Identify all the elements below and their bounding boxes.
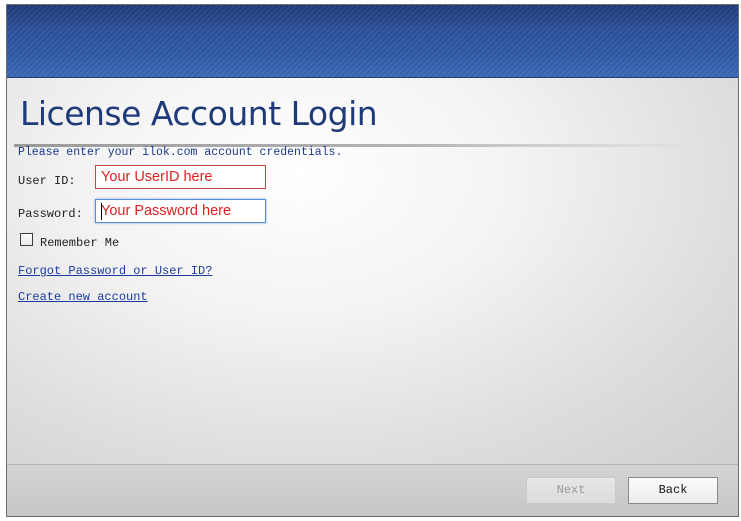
- instruction-text: Please enter your ilok.com account crede…: [18, 146, 343, 159]
- page-title: License Account Login: [20, 94, 378, 133]
- forgot-password-link[interactable]: Forgot Password or User ID?: [18, 264, 212, 278]
- next-button[interactable]: Next: [526, 477, 616, 504]
- create-account-link[interactable]: Create new account: [18, 290, 148, 304]
- userid-label: User ID:: [18, 174, 76, 188]
- remember-me-label[interactable]: Remember Me: [40, 236, 119, 250]
- userid-input[interactable]: [95, 165, 266, 189]
- text-caret: [101, 203, 102, 220]
- installer-window: [6, 4, 739, 517]
- password-label: Password:: [18, 207, 83, 221]
- header-banner: [7, 5, 738, 78]
- back-button[interactable]: Back: [628, 477, 718, 504]
- remember-me-checkbox[interactable]: [20, 233, 33, 246]
- password-input[interactable]: [95, 199, 266, 223]
